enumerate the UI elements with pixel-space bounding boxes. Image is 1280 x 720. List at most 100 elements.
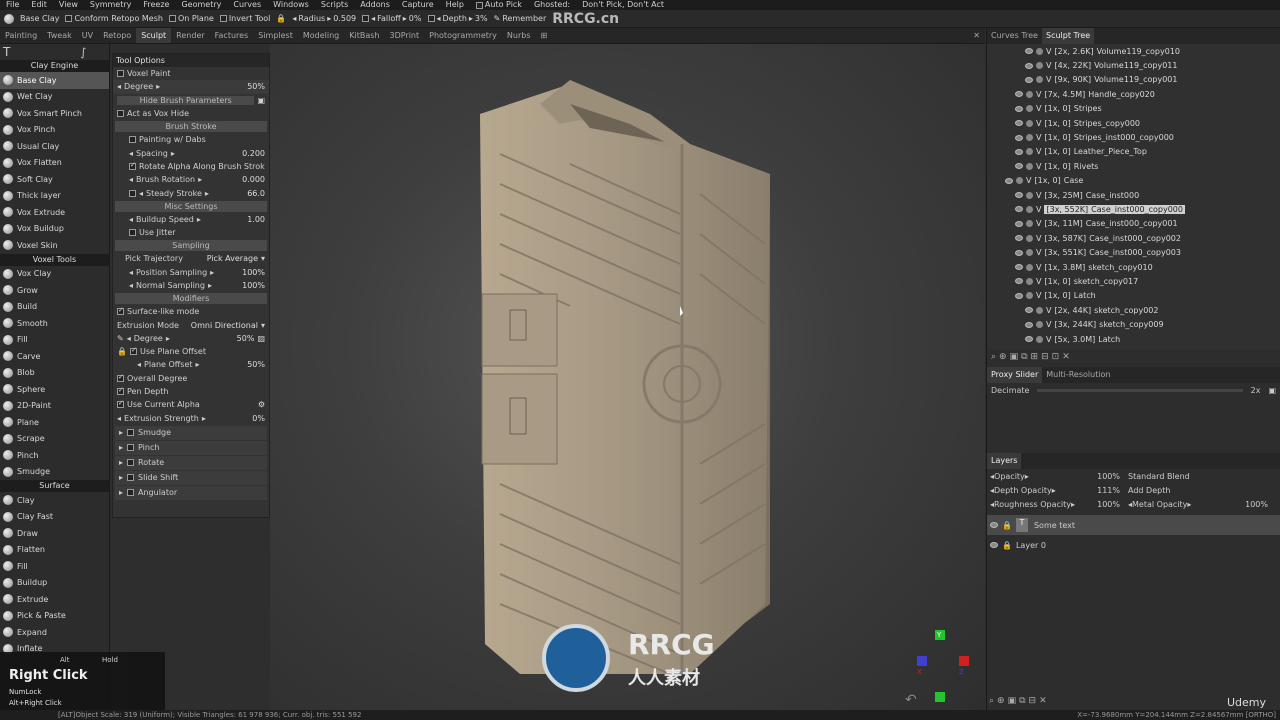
modifiers-group[interactable]: Modifiers: [115, 293, 267, 305]
material-icon[interactable]: [1026, 220, 1033, 228]
rotate-fold[interactable]: ▸ Rotate: [115, 455, 267, 470]
add-icon[interactable]: ⊕: [997, 696, 1005, 706]
tab-render[interactable]: Render: [171, 28, 209, 43]
clone-icon[interactable]: ⊡: [1052, 352, 1060, 362]
menu-symmetry[interactable]: Symmetry: [84, 0, 137, 10]
pinch-fold[interactable]: ▸ Pinch: [115, 440, 267, 455]
smudge-fold[interactable]: ▸ Smudge: [115, 425, 267, 440]
eye-icon[interactable]: [1015, 120, 1023, 127]
voxel-paint-toggle[interactable]: Voxel Paint: [113, 67, 269, 80]
angulator-fold[interactable]: ▸ Angulator: [115, 485, 267, 500]
eye-icon[interactable]: [1025, 76, 1033, 83]
tree-row[interactable]: V [1x, 0] Stripes_copy000: [987, 116, 1280, 130]
eye-icon[interactable]: [1015, 220, 1023, 227]
eye-icon[interactable]: [1015, 91, 1023, 98]
tab-layers[interactable]: Layers: [987, 453, 1022, 469]
material-icon[interactable]: [1026, 191, 1033, 199]
apply-icon[interactable]: ▣: [1268, 386, 1276, 395]
act-vox-hide-toggle[interactable]: Act as Vox Hide: [113, 107, 269, 120]
tool-fill[interactable]: Fill: [0, 558, 109, 575]
eye-icon[interactable]: [990, 542, 998, 548]
material-icon[interactable]: [1036, 76, 1043, 84]
tool-base-clay[interactable]: Base Clay: [0, 72, 109, 89]
steady-stroke-slider[interactable]: ◂ Steady Stroke ▸ 66.0: [113, 186, 269, 199]
use-current-alpha-toggle[interactable]: Use Current Alpha⚙: [113, 398, 269, 411]
viewport[interactable]: Y X Z ↶ RRCG 人人素材: [270, 44, 985, 710]
tab-3dprint[interactable]: 3DPrint: [384, 28, 424, 43]
surface-like-toggle[interactable]: Surface-like mode: [113, 305, 269, 318]
eye-icon[interactable]: [1015, 148, 1023, 155]
material-icon[interactable]: [1026, 105, 1033, 113]
pen-depth-toggle[interactable]: Pen Depth: [113, 385, 269, 398]
menu-view[interactable]: View: [53, 0, 84, 10]
invert-tool-toggle[interactable]: Invert Tool: [219, 14, 270, 23]
gizmo-x-label[interactable]: X: [917, 668, 922, 676]
material-icon[interactable]: [1026, 119, 1033, 127]
tab-painting[interactable]: Painting: [0, 28, 42, 43]
tab-photogrammetry[interactable]: Photogrammetry: [424, 28, 502, 43]
tree-row[interactable]: V [3x, 11M] Case_inst000_copy001: [987, 217, 1280, 231]
blend-mode-select[interactable]: Standard Blend: [1128, 472, 1190, 481]
tree-row[interactable]: V [4x, 22K] Volume119_copy011: [987, 58, 1280, 72]
tool-sphere[interactable]: Sphere: [0, 381, 109, 398]
menu-geometry[interactable]: Geometry: [175, 0, 227, 10]
falloff-slider[interactable]: ◂ Falloff ▸ 0%: [362, 14, 422, 23]
tree-row[interactable]: V [1x, 0] Case: [987, 174, 1280, 188]
eye-icon[interactable]: [1015, 249, 1023, 256]
text-tool-icon[interactable]: T: [3, 45, 10, 59]
tool-carve[interactable]: Carve: [0, 348, 109, 365]
slide-shift-fold[interactable]: ▸ Slide Shift: [115, 470, 267, 485]
material-icon[interactable]: [1026, 234, 1033, 242]
tree-row[interactable]: V [3x, 587K] Case_inst000_copy002: [987, 231, 1280, 245]
tree-row[interactable]: V [1x, 0] Leather_Piece_Top: [987, 145, 1280, 159]
tool-vox-pinch[interactable]: Vox Pinch: [0, 122, 109, 139]
tool-smudge[interactable]: Smudge: [0, 464, 109, 481]
tree-row[interactable]: V [5x, 3.0M] Latch: [987, 332, 1280, 346]
material-icon[interactable]: [1036, 335, 1043, 343]
tool-voxel-skin[interactable]: Voxel Skin: [0, 237, 109, 254]
use-jitter-toggle[interactable]: Use Jitter: [113, 226, 269, 239]
tree-row[interactable]: V [1x, 3.8M] sketch_copy010: [987, 260, 1280, 274]
brush-rotation-slider[interactable]: ◂ Brush Rotation ▸ 0.000: [113, 173, 269, 186]
eye-icon[interactable]: [1025, 48, 1033, 55]
material-icon[interactable]: [1026, 249, 1033, 257]
normal-sampling-slider[interactable]: ◂ Normal Sampling ▸ 100%: [113, 279, 269, 292]
use-plane-offset-toggle[interactable]: 🔒Use Plane Offset: [113, 345, 269, 358]
depth-opacity-slider[interactable]: ◂ Depth Opacity ▸ 111%: [990, 486, 1120, 495]
gizmo-z-label[interactable]: Z: [959, 668, 964, 676]
copy-icon[interactable]: ⧉: [1021, 352, 1027, 362]
tab-multi-resolution[interactable]: Multi-Resolution: [1042, 367, 1114, 383]
depth-slider[interactable]: ◂ Depth ▸ 3%: [427, 14, 488, 23]
tool-vox-extrude[interactable]: Vox Extrude: [0, 204, 109, 221]
menu-help[interactable]: Help: [440, 0, 470, 10]
gizmo-y-label[interactable]: Y: [937, 631, 941, 639]
tree-row[interactable]: V [2x, 44K] sketch_copy002: [987, 303, 1280, 317]
eye-icon[interactable]: [1025, 336, 1033, 342]
tree-row[interactable]: V [3x, 551K] Case_inst000_copy003: [987, 245, 1280, 259]
tool-preview-icon[interactable]: [4, 13, 14, 24]
radius-slider[interactable]: ◂ Radius ▸ 0.509: [292, 14, 356, 23]
tree-row[interactable]: V [1x, 0] sketch_copy017: [987, 274, 1280, 288]
eye-icon[interactable]: [1025, 307, 1033, 314]
tool-plane[interactable]: Plane: [0, 414, 109, 431]
position-sampling-slider[interactable]: ◂ Position Sampling ▸ 100%: [113, 266, 269, 279]
eye-icon[interactable]: [1015, 278, 1023, 285]
tool-buildup[interactable]: Buildup: [0, 575, 109, 592]
tree-row[interactable]: V [2x, 2.6K] Volume119_copy010: [987, 44, 1280, 58]
search-icon[interactable]: ⌕: [989, 696, 994, 706]
tool-thick-layer[interactable]: Thick layer: [0, 188, 109, 205]
menu-curves[interactable]: Curves: [227, 0, 267, 10]
degree-slider[interactable]: ◂ Degree ▸ 50%: [113, 80, 269, 94]
delete-icon[interactable]: ✕: [1039, 696, 1047, 706]
eye-icon[interactable]: [1015, 134, 1023, 141]
add-depth-select[interactable]: Add Depth: [1128, 486, 1170, 495]
decimate-slider[interactable]: [1037, 388, 1243, 392]
add-tab-icon[interactable]: ⊞: [536, 28, 553, 43]
buildup-speed-slider[interactable]: ◂ Buildup Speed ▸ 1.00: [113, 213, 269, 226]
spacing-slider[interactable]: ◂ Spacing ▸ 0.200: [113, 146, 269, 159]
tool-vox-flatten[interactable]: Vox Flatten: [0, 155, 109, 172]
eye-icon[interactable]: [990, 522, 998, 528]
eye-icon[interactable]: [1015, 163, 1023, 170]
tree-row[interactable]: V [1x, 0] Rivets: [987, 159, 1280, 173]
tree-row[interactable]: V [9x, 90K] Volume119_copy001: [987, 73, 1280, 87]
